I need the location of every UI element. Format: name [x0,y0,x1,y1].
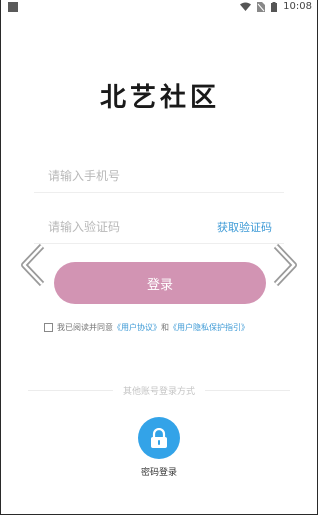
status-bar: 10:08 [0,0,318,14]
password-login-circle[interactable] [138,417,180,459]
password-login-label: 密码登录 [140,468,177,478]
chevron-right-icon[interactable] [270,242,300,288]
notification-icon [8,2,18,12]
other-login-title: 其他账号登录方式 [123,386,196,397]
no-sim-icon [257,1,266,12]
agreement-and: 和 [161,323,169,332]
svg-text:北艺社区: 北艺社区 [100,82,220,113]
agreement-row: 我已阅读并同意 《用户协议》 和 《用户隐私保护指引》 [44,322,249,333]
privacy-policy-link[interactable]: 《用户隐私保护指引》 [169,322,249,333]
divider-line-right [205,389,291,391]
user-agreement-link[interactable]: 《用户协议》 [113,322,161,333]
get-code-button[interactable]: 获取验证码 [217,219,272,235]
other-login-divider: 其他账号登录方式 [28,384,291,397]
app-logo: 北艺社区 [100,82,220,113]
login-button[interactable]: 登录 [54,262,266,304]
agreement-checkbox[interactable] [44,323,53,332]
status-time: 10:08 [283,1,312,12]
agreement-prefix: 我已阅读并同意 [57,323,113,332]
code-input[interactable] [34,215,208,239]
battery-icon [271,1,278,12]
password-login-button[interactable]: 密码登录 [130,417,188,478]
phone-input[interactable] [34,164,208,188]
wifi-icon [240,2,252,11]
code-field[interactable]: 获取验证码 [34,215,284,244]
chevron-left-icon[interactable] [18,242,48,288]
lock-icon [151,428,167,448]
phone-field[interactable] [34,164,284,193]
divider-line-left [28,389,113,391]
